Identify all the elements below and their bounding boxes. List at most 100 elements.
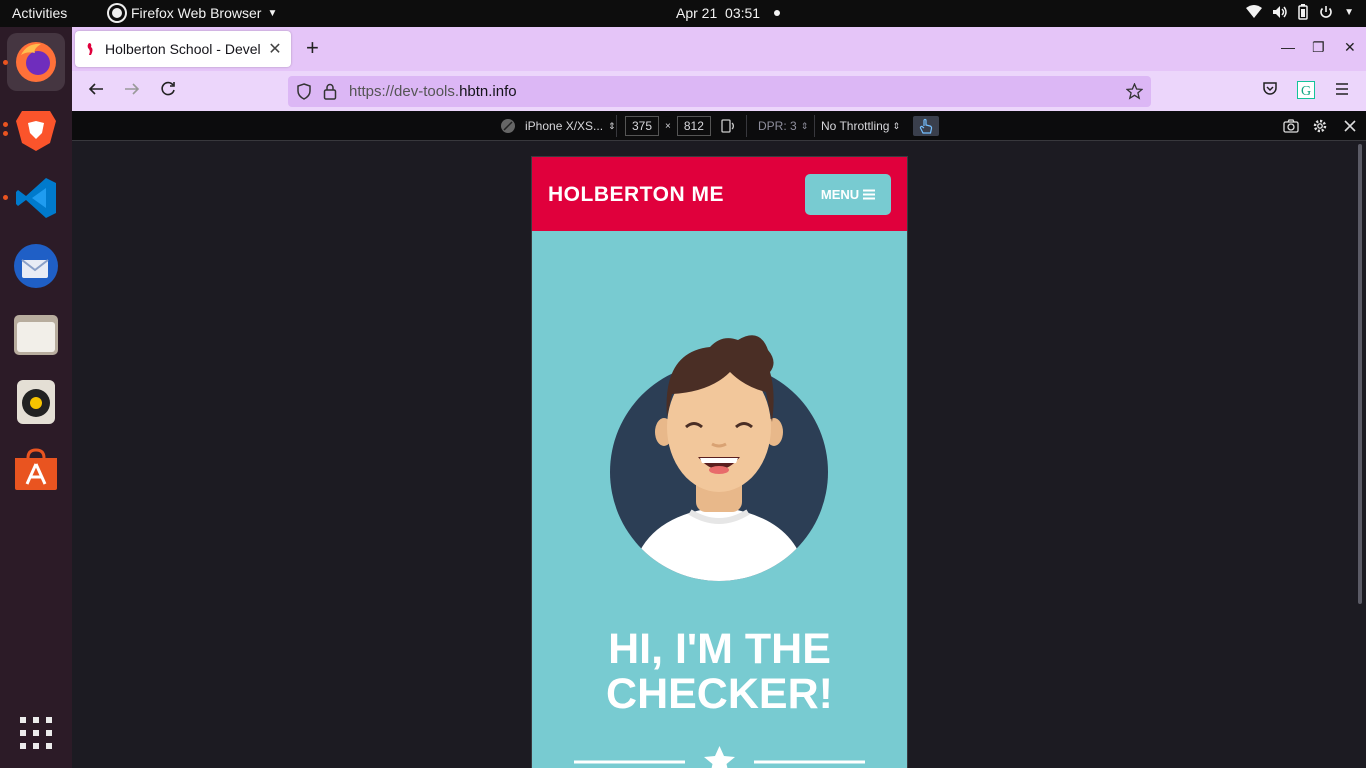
dock-rhythmbox[interactable] bbox=[7, 373, 65, 431]
select-arrows-icon: ⇕ bbox=[800, 120, 809, 131]
toolbar-separator bbox=[616, 115, 617, 137]
activities-button[interactable]: Activities bbox=[12, 5, 67, 21]
url-bar[interactable]: https://dev-tools.hbtn.info bbox=[288, 76, 1151, 107]
dock-firefox[interactable] bbox=[7, 33, 65, 91]
clock-date: Apr 21 bbox=[676, 5, 718, 21]
running-indicator bbox=[3, 131, 8, 136]
viewport-scrollbar[interactable] bbox=[1358, 144, 1362, 604]
power-menu-icon bbox=[1320, 6, 1332, 18]
screenshot-button[interactable] bbox=[1283, 116, 1299, 136]
close-icon bbox=[1344, 120, 1356, 132]
gear-icon bbox=[1313, 119, 1327, 133]
throttling-selector[interactable]: No Throttling ⇕ bbox=[821, 116, 900, 136]
files-icon bbox=[14, 315, 58, 355]
responsive-design-toolbar: iPhone X/XS... ⇕ 375 × 812 DPR: 3 ⇕ No T… bbox=[72, 111, 1366, 141]
rotate-button[interactable] bbox=[720, 116, 736, 136]
running-indicator bbox=[3, 122, 8, 127]
bookmark-star-icon[interactable] bbox=[1126, 83, 1143, 100]
viewport-size: 375 × 812 bbox=[625, 116, 711, 136]
menu-button[interactable]: MENU bbox=[805, 174, 891, 215]
app-menu[interactable]: Firefox Web Browser ▼ bbox=[109, 5, 277, 21]
rotate-device-icon bbox=[721, 119, 734, 133]
dpr-label: DPR: 3 bbox=[758, 119, 797, 133]
site-brand[interactable]: HOLBERTON ME bbox=[548, 183, 724, 207]
shield-icon[interactable] bbox=[296, 83, 312, 100]
tab-title: Holberton School - Devel bbox=[105, 41, 261, 57]
dpr-selector[interactable]: DPR: 3 ⇕ bbox=[758, 116, 808, 136]
pocket-button[interactable] bbox=[1260, 81, 1280, 101]
caret-down-icon: ▼ bbox=[267, 7, 278, 19]
thunderbird-icon bbox=[14, 244, 58, 288]
width-input[interactable]: 375 bbox=[625, 116, 660, 136]
times-sign: × bbox=[665, 120, 671, 132]
new-tab-button[interactable]: + bbox=[306, 37, 319, 59]
star-icon bbox=[704, 746, 735, 768]
dock-app-center[interactable] bbox=[7, 441, 65, 499]
toolbar-separator bbox=[746, 115, 747, 137]
restore-icon[interactable]: ❐ bbox=[1312, 39, 1325, 56]
firefox-mini-icon bbox=[109, 5, 125, 21]
minimize-icon[interactable]: — bbox=[1281, 39, 1295, 55]
tab-holberton[interactable]: Holberton School - Devel ✕ bbox=[75, 31, 291, 67]
app-center-icon bbox=[15, 448, 57, 490]
emulated-device-viewport: HOLBERTON ME MENU HI, I'M THE CHECKER! bbox=[531, 156, 908, 768]
running-indicator bbox=[3, 195, 8, 200]
avatar-illustration bbox=[610, 335, 828, 581]
touch-hand-icon bbox=[919, 118, 933, 134]
pocket-icon bbox=[1263, 82, 1277, 95]
tab-strip: Holberton School - Devel ✕ + — ❐ ✕ bbox=[72, 27, 1366, 71]
star-divider bbox=[574, 746, 865, 768]
hamburger-icon bbox=[863, 189, 876, 200]
site-header: HOLBERTON ME MENU bbox=[532, 157, 907, 231]
hero-line-2: CHECKER! bbox=[606, 670, 833, 718]
no-touch-circle-icon bbox=[501, 119, 515, 133]
device-name: iPhone X/XS... bbox=[525, 119, 604, 133]
reload-button[interactable] bbox=[158, 81, 178, 101]
close-window-icon[interactable]: ✕ bbox=[1344, 39, 1356, 56]
select-arrows-icon: ⇕ bbox=[608, 120, 616, 131]
show-apps-icon bbox=[20, 717, 52, 749]
dock-files[interactable] bbox=[7, 305, 65, 363]
caret-down-icon: ▼ bbox=[1344, 6, 1354, 18]
device-selector[interactable]: iPhone X/XS... ⇕ bbox=[500, 116, 616, 136]
clock-time: 03:51 bbox=[725, 5, 761, 21]
hero-heading: HI, I'M THE CHECKER! bbox=[532, 627, 907, 717]
running-indicator bbox=[3, 60, 8, 65]
touch-simulation-button[interactable] bbox=[913, 116, 939, 136]
settings-button[interactable] bbox=[1312, 116, 1328, 136]
vscode-icon bbox=[16, 178, 56, 218]
close-rdm-button[interactable] bbox=[1343, 116, 1357, 136]
notification-dot bbox=[774, 10, 781, 16]
hamburger-icon bbox=[1336, 83, 1348, 95]
brave-icon bbox=[16, 111, 56, 151]
reload-icon bbox=[161, 81, 175, 96]
battery-icon bbox=[1298, 4, 1308, 20]
back-button[interactable] bbox=[86, 81, 106, 101]
throttling-label: No Throttling bbox=[821, 119, 890, 133]
toolbar-separator bbox=[814, 115, 815, 137]
app-menu-button[interactable] bbox=[1332, 81, 1352, 101]
height-input[interactable]: 812 bbox=[676, 116, 711, 136]
wifi-icon bbox=[1246, 5, 1263, 18]
dock-brave[interactable] bbox=[7, 101, 65, 159]
select-arrows-icon: ⇕ bbox=[892, 120, 901, 131]
system-tray[interactable]: ▼ bbox=[1246, 4, 1354, 20]
dock-thunderbird[interactable] bbox=[7, 237, 65, 295]
svg-text:G: G bbox=[1301, 84, 1311, 99]
back-arrow-icon bbox=[88, 83, 103, 95]
url-text: https://dev-tools.hbtn.info bbox=[349, 83, 517, 100]
dock bbox=[0, 27, 72, 768]
grammarly-extension-button[interactable]: G bbox=[1296, 81, 1316, 101]
grammarly-icon: G bbox=[1297, 81, 1315, 99]
forward-button[interactable] bbox=[122, 81, 142, 101]
hero-line-1: HI, I'M THE bbox=[608, 625, 831, 673]
dock-vscode[interactable] bbox=[7, 169, 65, 227]
nav-bar: https://dev-tools.hbtn.info G bbox=[72, 71, 1366, 111]
firefox-icon bbox=[16, 42, 56, 82]
clock[interactable]: Apr 21 03:51 bbox=[676, 5, 781, 21]
close-tab-icon[interactable]: ✕ bbox=[267, 39, 283, 59]
lock-icon[interactable] bbox=[323, 83, 337, 100]
show-applications-button[interactable] bbox=[7, 704, 65, 762]
app-menu-label: Firefox Web Browser bbox=[131, 5, 262, 21]
holberton-favicon-icon bbox=[87, 43, 93, 55]
